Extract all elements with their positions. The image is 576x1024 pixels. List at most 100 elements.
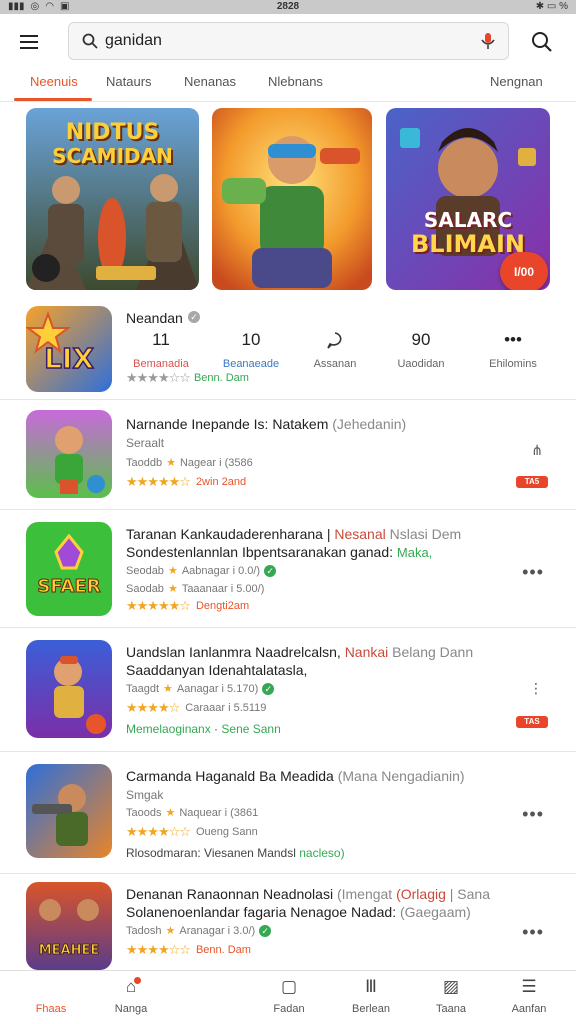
banner-card-1[interactable]: NIDTUS SCAMIDAN: [26, 108, 199, 290]
stat-5[interactable]: ••• Ehilomins: [468, 330, 558, 370]
more-options-icon: •••: [504, 330, 522, 349]
app-meta-1: Taoddb ★ Nagear i (3586: [126, 456, 253, 470]
app-icon-art-3: [26, 640, 112, 738]
verified-icon: ✓: [188, 311, 200, 323]
nav-media[interactable]: ▨ Taana: [416, 977, 486, 1015]
stat-4-label: Uaodidan: [397, 358, 445, 370]
battery-icon: ▭: [546, 1, 557, 12]
check-icon: ✓: [264, 564, 277, 577]
search-box[interactable]: [68, 22, 509, 60]
stat-2-label: Beanaeade: [222, 358, 280, 370]
app-subtitle-4: Smgak: [126, 788, 164, 802]
home-icon: [16, 977, 86, 999]
list-item[interactable]: Carmanda Haganald Ba Meadida (Mana Nenga…: [0, 754, 576, 874]
app-rating-4: ★★★★☆☆ Oueng Sann: [126, 824, 258, 839]
stat-2: 10 Beanaeade: [206, 330, 296, 370]
app-tag-1[interactable]: TA5: [516, 476, 548, 488]
app-icon-1[interactable]: [26, 410, 112, 498]
featured-app-name: Neandan: [126, 310, 183, 326]
more-options-icon[interactable]: •••: [522, 804, 544, 825]
more-options-icon[interactable]: •••: [522, 922, 544, 943]
house-icon: ⌂: [96, 977, 166, 999]
banner-card-3[interactable]: SALARC BLIMAIN I/00: [386, 108, 550, 290]
nav-apps[interactable]: ▢ Fadan: [254, 977, 324, 1015]
featured-icon-art: LIX: [26, 306, 112, 392]
list-item[interactable]: MEAHEE Denanan Ranaonnan Neadnolasi (Ime…: [0, 876, 576, 970]
check-icon: ✓: [259, 924, 272, 937]
featured-app-icon[interactable]: LIX: [26, 306, 112, 392]
featured-rating: ★★★★☆☆ Benn. Dam: [126, 370, 249, 386]
active-tab-indicator: [14, 98, 92, 101]
app-meta-4: Taoods ★ Naquear i (3861: [126, 806, 259, 820]
app-subtitle-1: Seraalt: [126, 436, 165, 450]
banner-carousel: NIDTUS SCAMIDAN SALARC BLIMAIN I/00: [0, 108, 576, 292]
rating-stars: ★★★★★☆: [126, 598, 191, 613]
antenna-icon[interactable]: ⋔: [531, 442, 544, 459]
featured-app: LIX Neandan ✓ 11 Bemanadia 10 Beanaeade …: [0, 300, 576, 400]
status-time: 2828: [276, 1, 300, 12]
stat-2-value: 10: [241, 330, 261, 349]
tab-4[interactable]: Nengnan: [490, 74, 543, 89]
list-item[interactable]: SFAER Taranan Kankaudaderenharana | Nesa…: [0, 512, 576, 628]
nav-games[interactable]: ⌂ Nanga: [96, 977, 166, 1015]
app-icon-5[interactable]: MEAHEE: [26, 882, 112, 970]
category-tabs: Neenuis Nataurs Nenanas Nlebnans Nengnan: [0, 70, 576, 102]
app-meta-2: Seodab ★ Aabnagar i 0.0/) ✓: [126, 564, 277, 577]
banner-card-2[interactable]: [212, 108, 372, 290]
tab-2[interactable]: Nenanas: [184, 74, 236, 89]
app-title-2-line2: Sondestenlannlan Ibpentsaranakan ganad: …: [126, 544, 433, 560]
search-input[interactable]: [105, 29, 465, 53]
tab-0[interactable]: Neenuis: [30, 74, 78, 89]
rating-stars: ★★★★☆☆: [126, 824, 191, 839]
vertical-dots-icon[interactable]: ⋮: [529, 680, 544, 697]
app-title-2: Taranan Kankaudaderenharana | Nesanal Ns…: [126, 526, 462, 542]
app-meta-2b: Saodab ★ Taaanaar i 5.00/): [126, 582, 265, 596]
app-tag-3[interactable]: TAS: [516, 716, 548, 728]
svg-text:SFAER: SFAER: [37, 576, 100, 597]
app-icon-art-2: SFAER: [26, 522, 112, 616]
nav-charts[interactable]: Ⅲ Berlean: [336, 977, 406, 1015]
search-button-icon[interactable]: [528, 28, 556, 56]
app-rating-3: ★★★★☆ Caraaar i 5.5119: [126, 700, 267, 715]
app-rating-5: ★★★★☆☆ Benn. Dam: [126, 942, 251, 957]
nav-home[interactable]: Fhaas: [16, 977, 86, 1015]
stat-3[interactable]: Assanan: [290, 330, 380, 370]
top-bar: [0, 14, 576, 70]
stat-5-label: Ehilomins: [489, 358, 537, 370]
menu-icon: ☰: [521, 977, 537, 996]
banner-title-1-line1: NIDTUS: [65, 120, 160, 145]
rating-stars: ★★★★☆: [126, 700, 180, 715]
hamburger-menu-icon[interactable]: [20, 28, 48, 56]
app-icon-3[interactable]: [26, 640, 112, 738]
tab-3[interactable]: Nlebnans: [268, 74, 323, 89]
app-foot-4: Rlosodmaran: Viesanen Mandsl nacleso): [126, 846, 345, 860]
image-icon: ▨: [442, 977, 460, 996]
app-icon-art-5: MEAHEE: [26, 882, 112, 970]
mic-icon[interactable]: [480, 32, 496, 50]
app-foot-3: Memelaoginanx · Sene Sann: [126, 722, 281, 736]
app-icon-art-1: [26, 410, 112, 498]
bluetooth-icon: ✱: [535, 1, 545, 12]
svg-text:LIX: LIX: [44, 342, 94, 375]
app-rating-1: ★★★★★☆ 2win 2and: [126, 474, 247, 489]
stat-1-label: Bemanadia: [133, 358, 189, 370]
battery-percent: %: [559, 1, 568, 12]
banner-badge[interactable]: I/00: [500, 252, 548, 290]
check-icon: ✓: [262, 682, 275, 695]
app-icon-4[interactable]: [26, 764, 112, 858]
rating-stars: ★★★★☆☆: [126, 942, 191, 957]
app-title-4: Carmanda Haganald Ba Meadida (Mana Nenga…: [126, 768, 465, 784]
tab-1[interactable]: Nataurs: [106, 74, 152, 89]
banner-title-3-line1: SALARC: [423, 208, 513, 232]
nav-menu[interactable]: ☰ Aanfan: [494, 977, 564, 1015]
app-meta-3: Taagdt ★ Aanagar i 5.170) ✓: [126, 682, 275, 695]
app-icon-2[interactable]: SFAER: [26, 522, 112, 616]
stat-4-value: 90: [411, 330, 431, 349]
stat-3-label: Assanan: [313, 358, 357, 370]
list-item[interactable]: Narnande Inepande Is: Natakem (Jehedanin…: [0, 402, 576, 510]
more-options-icon[interactable]: •••: [522, 562, 544, 583]
stat-1: 11 Bemanadia: [116, 330, 206, 370]
list-item[interactable]: Uandslan Ianlanmra Naadrelcalsn, Nankai …: [0, 630, 576, 752]
svg-text:MEAHEE: MEAHEE: [39, 943, 100, 958]
banner-title-1-line2: SCAMIDAN: [52, 144, 173, 168]
